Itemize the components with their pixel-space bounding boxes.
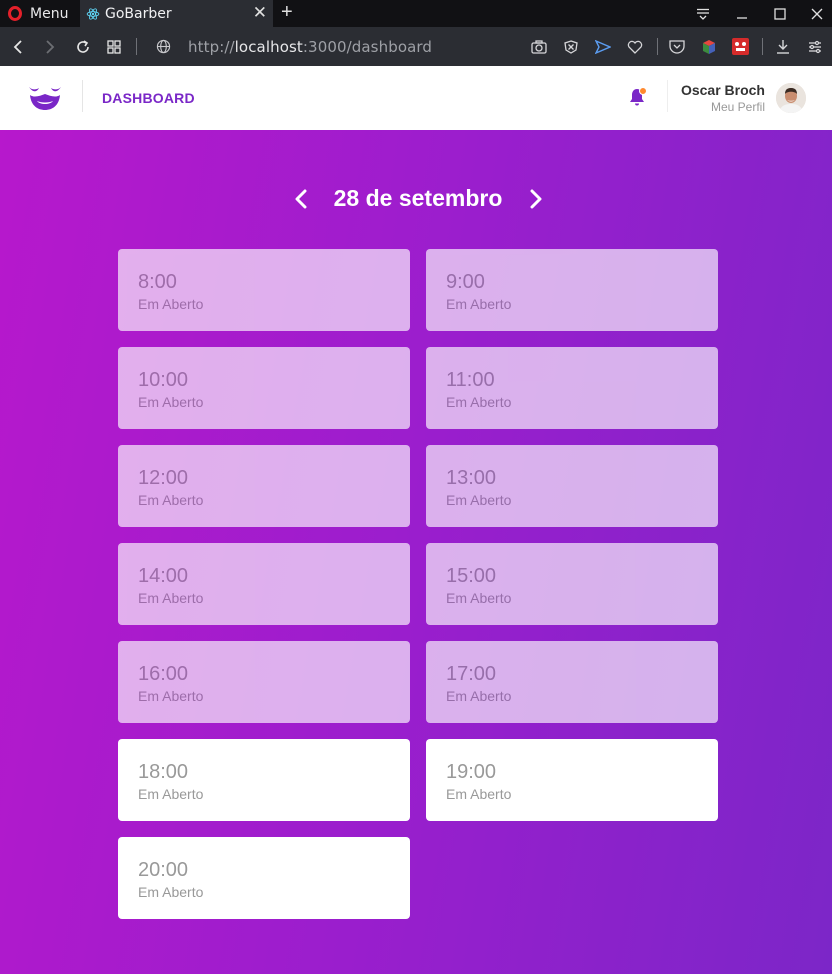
time-slot-time: 16:00 (138, 663, 189, 685)
time-slot-card[interactable]: 13:00 Em Aberto (426, 445, 718, 527)
toolbar-divider (657, 38, 658, 55)
time-slot-time: 8:00 (138, 271, 177, 293)
gobarber-logo-icon[interactable] (28, 84, 62, 112)
time-slot-card[interactable]: 9:00 Em Aberto (426, 249, 718, 331)
time-slot-time: 17:00 (446, 663, 497, 685)
back-icon[interactable] (5, 27, 31, 66)
time-slot-card[interactable]: 16:00 Em Aberto (118, 641, 410, 723)
time-slot-status: Em Aberto (446, 590, 512, 606)
reload-icon[interactable] (70, 27, 96, 66)
address-bar: http://localhost:3000/dashboard (0, 27, 832, 66)
url-host: localhost (234, 38, 303, 56)
date-title: 28 de setembro (333, 185, 503, 211)
maximize-icon[interactable] (765, 0, 795, 27)
time-slot-card[interactable]: 12:00 Em Aberto (118, 445, 410, 527)
time-slot-time: 20:00 (138, 859, 189, 881)
adblock-icon[interactable] (560, 27, 582, 66)
time-slot-time: 10:00 (138, 369, 189, 391)
date-navigator: 28 de setembro (0, 185, 832, 215)
url-field[interactable]: http://localhost:3000/dashboard (188, 38, 432, 56)
app-header: DASHBOARD Oscar Broch Meu Perfil (0, 66, 832, 130)
opera-menu-button[interactable]: Menu (0, 0, 80, 27)
header-divider (82, 80, 83, 112)
time-slot-status: Em Aberto (446, 296, 512, 312)
globe-icon[interactable] (150, 27, 176, 66)
time-slot-status: Em Aberto (138, 688, 204, 704)
menu-label: Menu (30, 5, 69, 22)
time-slot-card[interactable]: 18:00 Em Aberto (118, 739, 410, 821)
easy-setup-icon[interactable] (804, 27, 826, 66)
extension-cube-icon[interactable] (698, 27, 720, 66)
profile-link[interactable]: Meu Perfil (711, 100, 765, 114)
address-divider (136, 38, 137, 55)
forward-icon[interactable] (37, 27, 63, 66)
send-icon[interactable] (592, 27, 614, 66)
time-slot-card[interactable]: 10:00 Em Aberto (118, 347, 410, 429)
time-slot-time: 15:00 (446, 565, 497, 587)
dashboard-nav-link[interactable]: DASHBOARD (102, 90, 195, 106)
time-slot-status: Em Aberto (138, 884, 204, 900)
schedule-main: 28 de setembro 8:00 Em Aberto 9:00 Em Abert… (0, 130, 832, 974)
pocket-icon[interactable] (666, 27, 688, 66)
react-icon (86, 7, 100, 20)
url-path: :3000/dashboard (302, 38, 433, 56)
new-tab-icon[interactable]: + (281, 1, 293, 23)
time-slot-status: Em Aberto (446, 492, 512, 508)
extension-red-icon[interactable] (729, 27, 751, 66)
tab-title: GoBarber (105, 5, 172, 22)
avatar[interactable] (776, 83, 806, 113)
time-slot-status: Em Aberto (446, 786, 512, 802)
opera-logo-icon (8, 6, 22, 21)
camera-icon[interactable] (528, 27, 550, 66)
url-scheme: http:// (188, 38, 235, 56)
time-slot-card[interactable]: 20:00 Em Aberto (118, 837, 410, 919)
time-slot-status: Em Aberto (138, 786, 204, 802)
time-slot-time: 19:00 (446, 761, 497, 783)
time-slot-status: Em Aberto (446, 394, 512, 410)
tab-menu-icon[interactable] (688, 0, 718, 27)
header-divider-profile (667, 80, 668, 112)
time-slot-time: 18:00 (138, 761, 189, 783)
close-window-icon[interactable] (802, 0, 832, 27)
notification-bell-icon[interactable] (628, 87, 646, 107)
browser-tab-bar: Menu GoBarber ✕ + (0, 0, 832, 27)
time-slot-status: Em Aberto (138, 394, 204, 410)
toolbar-divider-2 (762, 38, 763, 55)
time-slot-time: 9:00 (446, 271, 485, 293)
time-slot-status: Em Aberto (446, 688, 512, 704)
time-slot-card[interactable]: 19:00 Em Aberto (426, 739, 718, 821)
time-slot-card[interactable]: 17:00 Em Aberto (426, 641, 718, 723)
time-slot-card[interactable]: 14:00 Em Aberto (118, 543, 410, 625)
minimize-icon[interactable] (727, 0, 757, 27)
time-slot-status: Em Aberto (138, 590, 204, 606)
time-slot-time: 12:00 (138, 467, 189, 489)
browser-tab[interactable]: GoBarber ✕ (80, 0, 273, 27)
user-name: Oscar Broch (680, 82, 765, 98)
time-slot-status: Em Aberto (138, 492, 204, 508)
time-slot-card[interactable]: 8:00 Em Aberto (118, 249, 410, 331)
time-slot-card[interactable]: 11:00 Em Aberto (426, 347, 718, 429)
heart-icon[interactable] (624, 27, 646, 66)
time-slot-status: Em Aberto (138, 296, 204, 312)
next-day-icon[interactable] (529, 189, 543, 209)
speed-dial-icon[interactable] (101, 27, 127, 66)
time-slot-time: 13:00 (446, 467, 497, 489)
close-tab-icon[interactable]: ✕ (253, 4, 267, 22)
time-slot-time: 11:00 (446, 369, 495, 391)
time-slot-time: 14:00 (138, 565, 189, 587)
time-slot-card[interactable]: 15:00 Em Aberto (426, 543, 718, 625)
notification-badge (639, 87, 646, 95)
download-icon[interactable] (772, 27, 794, 66)
